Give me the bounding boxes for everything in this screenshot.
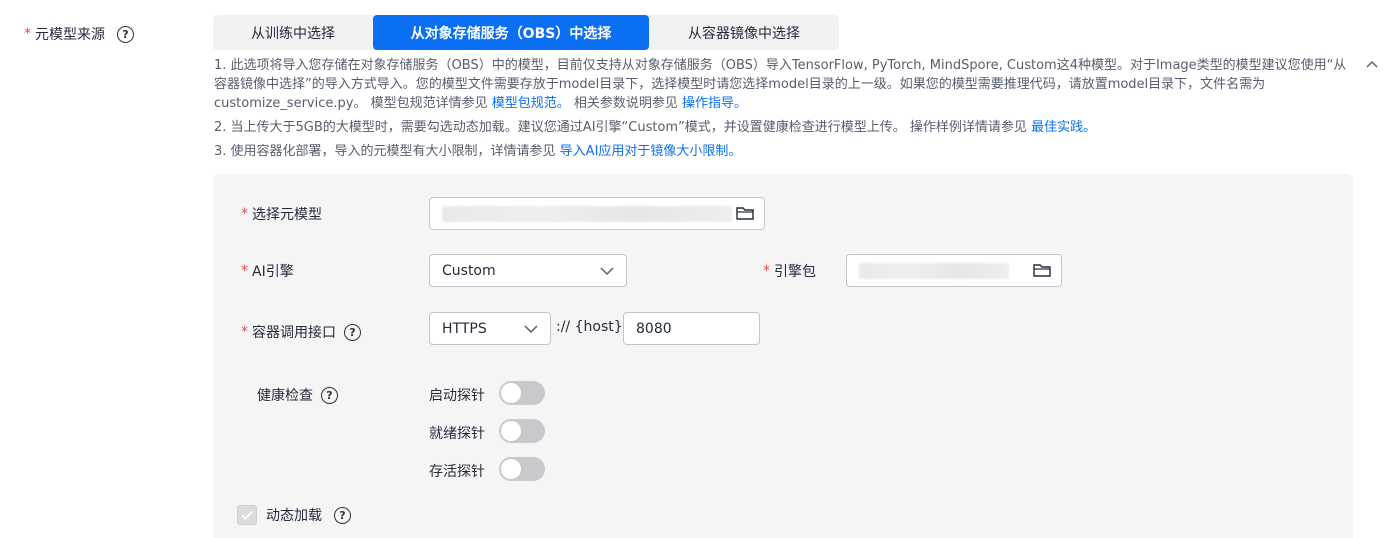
tab-from-training[interactable]: 从训练中选择 bbox=[213, 15, 373, 50]
liveness-probe-switch[interactable] bbox=[499, 457, 545, 481]
image-size-limit-link[interactable]: 导入AI应用对于镜像大小限制。 bbox=[560, 144, 742, 159]
question-circle-icon[interactable]: ? bbox=[117, 25, 134, 43]
model-package-spec-link[interactable]: 模型包规范。 bbox=[492, 96, 570, 111]
question-circle-icon[interactable]: ? bbox=[334, 506, 351, 524]
liveness-probe-label: 存活探针 bbox=[429, 464, 485, 480]
instructions: 1. 此选项将导入您存储在对象存储服务（OBS）中的模型，目前仅支持从对象存储服… bbox=[214, 56, 1359, 166]
ai-engine-select[interactable]: Custom bbox=[429, 254, 627, 287]
meta-model-input[interactable] bbox=[429, 197, 765, 230]
model-source-label: * 元模型来源 ? bbox=[24, 24, 134, 44]
note-1: 1. 此选项将导入您存储在对象存储服务（OBS）中的模型，目前仅支持从对象存储服… bbox=[214, 58, 1347, 111]
required-mark: * bbox=[24, 26, 31, 42]
host-separator: :// {host} : bbox=[556, 319, 632, 335]
obscured-package bbox=[859, 262, 1009, 279]
readiness-probe-label: 就绪探针 bbox=[429, 426, 485, 442]
folder-icon[interactable] bbox=[736, 205, 754, 221]
meta-model-label: * 选择元模型 bbox=[241, 206, 322, 223]
readiness-probe-switch[interactable] bbox=[499, 419, 545, 443]
dynamic-load-label: 动态加载 ? bbox=[266, 505, 351, 525]
chevron-up-icon[interactable] bbox=[1366, 60, 1378, 70]
note-3: 3. 使用容器化部署，导入的元模型有大小限制，详情请参见 导入AI应用对于镜像大… bbox=[214, 144, 742, 159]
startup-probe-switch[interactable] bbox=[499, 381, 545, 405]
question-circle-icon[interactable]: ? bbox=[321, 386, 338, 404]
tab-from-obs[interactable]: 从对象存储服务（OBS）中选择 bbox=[373, 15, 649, 50]
check-icon bbox=[241, 510, 253, 520]
engine-package-input[interactable] bbox=[846, 254, 1062, 287]
engine-package-label: * 引擎包 bbox=[763, 263, 816, 280]
startup-probe-label: 启动探针 bbox=[429, 388, 485, 404]
obscured-path bbox=[442, 205, 732, 222]
chevron-down-icon bbox=[600, 267, 614, 276]
tab-from-container-image[interactable]: 从容器镜像中选择 bbox=[649, 15, 839, 50]
chevron-down-icon bbox=[524, 325, 538, 334]
port-input[interactable]: 8080 bbox=[623, 312, 760, 345]
dynamic-load-checkbox[interactable] bbox=[237, 505, 257, 525]
container-api-label: * 容器调用接口 ? bbox=[241, 322, 361, 342]
ai-engine-label: * AI引擎 bbox=[241, 263, 294, 280]
form-panel: * 选择元模型 * AI引擎 Custom * 引擎包 * 容器调用接口 ? H… bbox=[213, 174, 1353, 538]
note-2: 2. 当上传大于5GB的大模型时，需要勾选动态加载。建议您通过AI引擎“Cust… bbox=[214, 120, 1097, 135]
question-circle-icon[interactable]: ? bbox=[344, 323, 361, 341]
health-check-label: 健康检查 ? bbox=[257, 385, 338, 405]
model-source-text: 元模型来源 bbox=[35, 27, 105, 43]
source-tabs: 从训练中选择 从对象存储服务（OBS）中选择 从容器镜像中选择 bbox=[213, 15, 839, 50]
best-practice-link[interactable]: 最佳实践。 bbox=[1031, 120, 1096, 135]
protocol-select[interactable]: HTTPS bbox=[429, 312, 551, 345]
operation-guide-link[interactable]: 操作指导。 bbox=[682, 96, 747, 111]
folder-icon[interactable] bbox=[1033, 262, 1051, 278]
